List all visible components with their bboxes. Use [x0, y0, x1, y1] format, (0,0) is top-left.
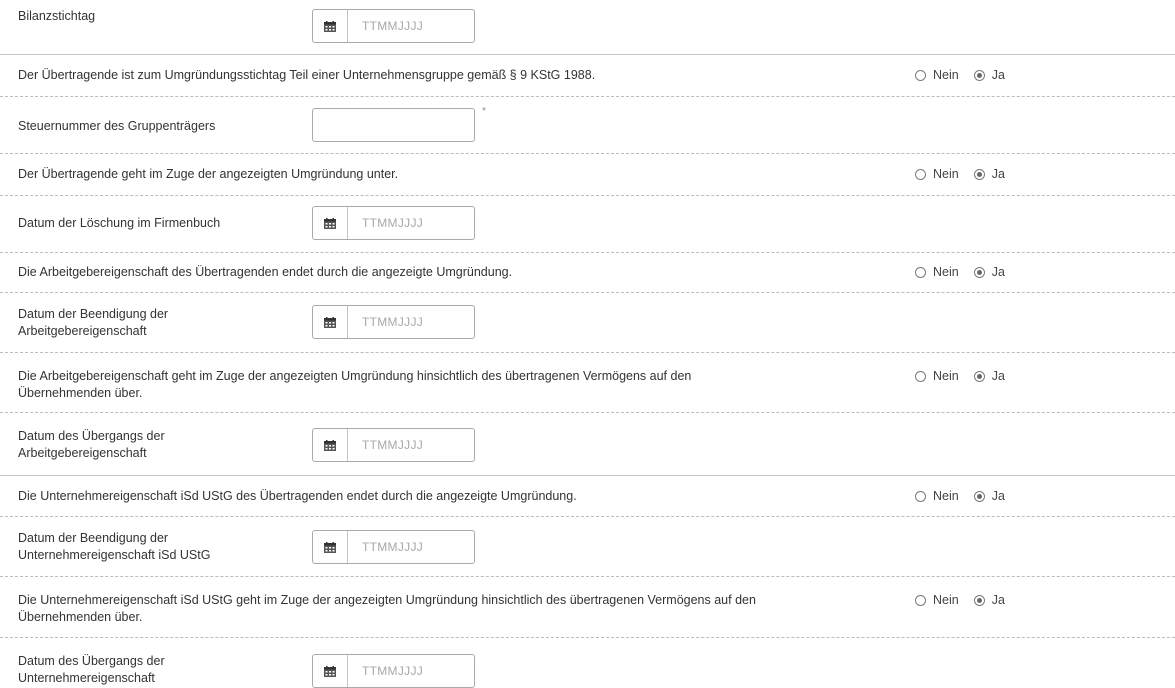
date-input-placeholder[interactable]: TTMMJJJJ	[348, 306, 423, 338]
radio-circle[interactable]	[915, 370, 926, 382]
row-divider	[0, 153, 1175, 154]
row-divider	[0, 352, 1175, 353]
calendar-icon[interactable]	[313, 531, 348, 563]
unternehmer-endet-radio-group: Nein Ja	[915, 489, 1020, 503]
radio-circle[interactable]	[915, 168, 926, 180]
unternehmer-uebergang-radio-group: Nein Ja	[915, 593, 1020, 607]
beendigung-unternehmer-date-field[interactable]: TTMMJJJJ	[312, 530, 475, 564]
row-divider	[0, 412, 1175, 413]
date-input-placeholder[interactable]: TTMMJJJJ	[348, 429, 423, 461]
row-divider	[0, 292, 1175, 293]
date-input-placeholder[interactable]: TTMMJJJJ	[348, 10, 423, 42]
calendar-icon[interactable]	[313, 655, 348, 687]
radio-ja[interactable]: Ja	[973, 593, 1005, 607]
beendigung-arbeitgeber-label: Datum der Beendigung der Arbeitgebereige…	[18, 307, 169, 338]
radio-ja[interactable]: Ja	[973, 167, 1005, 181]
row-divider	[0, 516, 1175, 517]
unternehmensgruppe-radio-group: Nein Ja	[915, 68, 1020, 82]
date-input-placeholder[interactable]: TTMMJJJJ	[348, 655, 423, 687]
radio-ja[interactable]: Ja	[973, 369, 1005, 383]
beendigung-arbeitgeber-date-field[interactable]: TTMMJJJJ	[312, 305, 475, 339]
radio-circle-selected[interactable]	[973, 168, 985, 180]
loeschung-date-field[interactable]: TTMMJJJJ	[312, 206, 475, 240]
radio-circle-selected[interactable]	[973, 266, 985, 278]
radio-circle[interactable]	[915, 266, 926, 278]
row-divider	[0, 96, 1175, 97]
calendar-icon[interactable]	[313, 429, 348, 461]
date-input-placeholder[interactable]: TTMMJJJJ	[348, 531, 423, 563]
radio-nein[interactable]: Nein	[915, 593, 959, 607]
beendigung-unternehmer-label: Datum der Beendigung der Unternehmereige…	[18, 531, 211, 562]
radio-nein[interactable]: Nein	[915, 68, 959, 82]
radio-ja[interactable]: Ja	[973, 489, 1005, 503]
bilanzstichtag-date-field[interactable]: TTMMJJJJ	[312, 9, 475, 43]
section-divider	[0, 475, 1175, 476]
radio-circle-selected[interactable]	[973, 594, 985, 606]
date-input-placeholder[interactable]: TTMMJJJJ	[348, 207, 423, 239]
row-divider	[0, 637, 1175, 638]
calendar-icon[interactable]	[313, 207, 348, 239]
row-divider	[0, 252, 1175, 253]
radio-ja[interactable]: Ja	[973, 68, 1005, 82]
loeschung-label: Datum der Löschung im Firmenbuch	[18, 216, 221, 230]
steuernummer-input[interactable]	[312, 108, 475, 142]
radio-nein[interactable]: Nein	[915, 489, 959, 503]
uebergang-arbeitgeber-label: Datum des Übergangs der Arbeitgebereigen…	[18, 429, 165, 460]
row-divider	[0, 195, 1175, 196]
radio-circle[interactable]	[915, 594, 926, 606]
untergang-question: Der Übertragende geht im Zuge der angeze…	[18, 167, 399, 181]
row-divider	[0, 576, 1175, 577]
radio-circle[interactable]	[915, 69, 926, 81]
arbeitgeber-endet-radio-group: Nein Ja	[915, 265, 1020, 279]
unternehmensgruppe-question: Der Übertragende ist zum Umgründungsstic…	[18, 68, 596, 82]
radio-circle-selected[interactable]	[973, 370, 985, 382]
unternehmer-endet-question: Die Unternehmereigenschaft iSd UStG des …	[18, 489, 577, 503]
arbeitgeber-uebergang-question: Die Arbeitgebereigenschaft geht im Zuge …	[18, 369, 692, 400]
untergang-radio-group: Nein Ja	[915, 167, 1020, 181]
uebergang-unternehmer-label: Datum des Übergangs der Unternehmereigen…	[18, 654, 165, 685]
radio-circle[interactable]	[915, 490, 926, 502]
arbeitgeber-endet-question: Die Arbeitgebereigenschaft des Übertrage…	[18, 265, 513, 279]
steuernummer-label: Steuernummer des Gruppenträgers	[18, 119, 216, 133]
radio-nein[interactable]: Nein	[915, 265, 959, 279]
radio-circle-selected[interactable]	[973, 69, 985, 81]
calendar-icon[interactable]	[313, 10, 348, 42]
calendar-icon[interactable]	[313, 306, 348, 338]
required-marker: *	[482, 106, 486, 117]
uebergang-unternehmer-date-field[interactable]: TTMMJJJJ	[312, 654, 475, 688]
arbeitgeber-uebergang-radio-group: Nein Ja	[915, 369, 1020, 383]
radio-circle-selected[interactable]	[973, 490, 985, 502]
radio-ja[interactable]: Ja	[973, 265, 1005, 279]
unternehmer-uebergang-question: Die Unternehmereigenschaft iSd UStG geht…	[18, 593, 756, 624]
radio-nein[interactable]: Nein	[915, 369, 959, 383]
uebergang-arbeitgeber-date-field[interactable]: TTMMJJJJ	[312, 428, 475, 462]
section-divider	[0, 54, 1175, 55]
bilanzstichtag-label: Bilanzstichtag	[18, 9, 96, 23]
radio-nein[interactable]: Nein	[915, 167, 959, 181]
